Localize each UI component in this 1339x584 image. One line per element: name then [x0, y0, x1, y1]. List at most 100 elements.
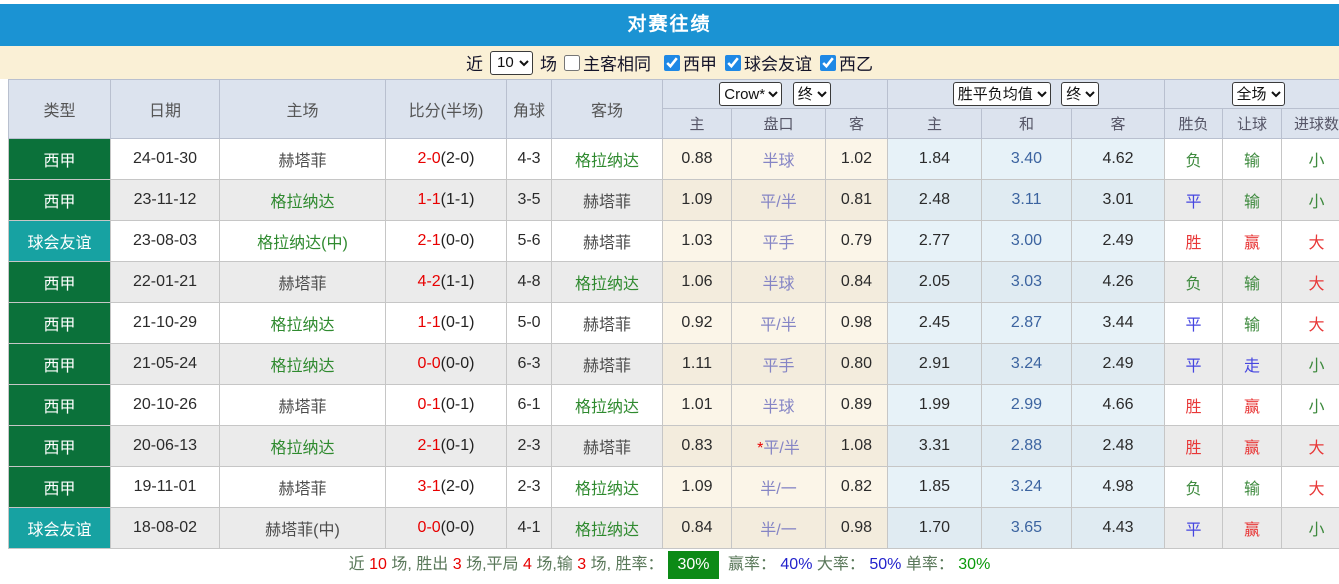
- table-row: 西甲 21-05-24 格拉纳达 0-0(0-0) 6-3 赫塔菲 1.11 平手 0.80 2.…: [8, 343, 1339, 385]
- league-checkbox[interactable]: [820, 54, 836, 71]
- col-header-odds-home: 主: [662, 108, 732, 139]
- mean-home: 2.77: [887, 220, 982, 262]
- away-team: 格拉纳达: [551, 138, 663, 180]
- score: 1-1(1-1): [385, 179, 507, 221]
- home-team: 格拉纳达(中): [219, 220, 386, 262]
- mean-time-select[interactable]: 终: [1061, 82, 1100, 106]
- league-filter-option[interactable]: 西甲: [664, 50, 717, 75]
- table-row: 球会友谊 18-08-02 赫塔菲(中) 0-0(0-0) 4-1 格拉纳达 0.84 半/一…: [8, 507, 1339, 549]
- mean-home: 1.84: [887, 138, 982, 180]
- odds-group-header: Crow* 终: [662, 79, 888, 109]
- fulltime-score: 1-1: [417, 191, 441, 208]
- result-wdl: 负: [1164, 138, 1224, 180]
- handicap-line: 半球: [731, 261, 826, 303]
- type-badge: 西甲: [8, 261, 111, 303]
- result-wdl: 平: [1164, 302, 1224, 344]
- score: 0-1(0-1): [385, 384, 507, 426]
- odds-home: 0.83: [662, 425, 732, 467]
- mean-home: 1.85: [887, 466, 982, 508]
- big-rate: 50%: [869, 556, 902, 573]
- goals-size: 大: [1281, 220, 1339, 262]
- away-team: 格拉纳达: [551, 261, 663, 303]
- type-badge: 西甲: [8, 425, 111, 467]
- fulltime-score: 0-0: [417, 355, 441, 372]
- type-badge: 球会友谊: [8, 220, 111, 262]
- score: 2-0(2-0): [385, 138, 507, 180]
- handicap-line: 平手: [731, 343, 826, 385]
- odds-home: 1.09: [662, 179, 732, 221]
- mean-away: 4.43: [1070, 507, 1166, 549]
- result-wdl: 负: [1164, 466, 1224, 508]
- col-header-handicap-result: 让球: [1222, 108, 1283, 139]
- mean-home: 2.91: [887, 343, 982, 385]
- odds-away: 0.98: [825, 302, 888, 344]
- result-wdl: 胜: [1164, 220, 1224, 262]
- away-team: 格拉纳达: [551, 466, 663, 508]
- corner-score: 6-3: [506, 343, 552, 385]
- league-checkbox[interactable]: [725, 54, 741, 71]
- mean-draw: 3.03: [981, 261, 1072, 303]
- mean-away: 2.48: [1070, 425, 1166, 467]
- handicap-result: 赢: [1222, 384, 1283, 426]
- odds-home: 1.11: [662, 343, 732, 385]
- halftime-score: (1-1): [440, 191, 475, 208]
- handicap-line: *平/半: [731, 425, 826, 467]
- corner-score: 4-1: [506, 507, 552, 549]
- match-scope-select[interactable]: 全场: [1231, 82, 1285, 106]
- corner-score: 6-1: [506, 384, 552, 426]
- odds-away: 0.81: [825, 179, 888, 221]
- same-venue-option[interactable]: 主客相同: [564, 50, 651, 75]
- away-team: 赫塔菲: [551, 220, 663, 262]
- recent-count-select[interactable]: 10: [490, 50, 533, 75]
- result-wdl: 胜: [1164, 384, 1224, 426]
- type-badge: 球会友谊: [8, 507, 111, 549]
- table-row: 西甲 22-01-21 赫塔菲 4-2(1-1) 4-8 格拉纳达 1.06 半球 0.84 2.…: [8, 261, 1339, 303]
- odds-home: 0.88: [662, 138, 732, 180]
- mean-type-select[interactable]: 胜平负均值: [952, 82, 1051, 106]
- handicap-line: 半球: [731, 138, 826, 180]
- mean-away: 3.01: [1070, 179, 1166, 221]
- home-team: 格拉纳达: [219, 343, 386, 385]
- league-label: 球会友谊: [744, 55, 812, 74]
- mean-home: 1.99: [887, 384, 982, 426]
- score: 4-2(1-1): [385, 261, 507, 303]
- same-venue-checkbox[interactable]: [564, 54, 580, 71]
- odds-time-select[interactable]: 终: [792, 82, 831, 106]
- head-to-head-panel: 对赛往绩 近 10 场 主客相同 西甲 球会友谊 西乙 类型 日期 主场 比分(半场…: [0, 0, 1339, 584]
- mean-home: 2.05: [887, 261, 982, 303]
- recent-count: 10: [369, 556, 387, 573]
- table-row: 球会友谊 23-08-03 格拉纳达(中) 2-1(0-0) 5-6 赫塔菲 1.03 平手 0…: [8, 220, 1339, 262]
- result-group-header: 全场: [1164, 79, 1339, 109]
- handicap-result: 赢: [1222, 220, 1283, 262]
- table-row: 西甲 21-10-29 格拉纳达 1-1(0-1) 5-0 赫塔菲 0.92 平/半 0.98 2…: [8, 302, 1339, 344]
- type-badge: 西甲: [8, 179, 111, 221]
- league-checkbox[interactable]: [664, 54, 680, 71]
- bookmaker-select[interactable]: Crow*: [719, 82, 783, 106]
- type-badge: 西甲: [8, 466, 111, 508]
- col-header-away: 客场: [551, 79, 663, 139]
- handicap-result: 赢: [1222, 507, 1283, 549]
- mean-home: 2.45: [887, 302, 982, 344]
- col-header-mean-draw: 和: [981, 108, 1072, 139]
- type-badge: 西甲: [8, 384, 111, 426]
- league-filter-option[interactable]: 西乙: [820, 50, 873, 75]
- odds-away: 1.08: [825, 425, 888, 467]
- fulltime-score: 1-1: [417, 314, 441, 331]
- goals-size: 大: [1281, 302, 1339, 344]
- mean-home: 2.48: [887, 179, 982, 221]
- col-header-date: 日期: [110, 79, 220, 139]
- league-filter-option[interactable]: 球会友谊: [725, 50, 812, 75]
- table-row: 西甲 23-11-12 格拉纳达 1-1(1-1) 3-5 赫塔菲 1.09 平/半 0.81 2…: [8, 179, 1339, 221]
- handicap-result: 输: [1222, 138, 1283, 180]
- odds-away: 0.89: [825, 384, 888, 426]
- col-header-home: 主场: [219, 79, 386, 139]
- mean-draw: 3.24: [981, 343, 1072, 385]
- summary-text: 场,输: [531, 556, 578, 573]
- away-team: 格拉纳达: [551, 507, 663, 549]
- match-date: 18-08-02: [110, 507, 220, 549]
- mean-away: 3.44: [1070, 302, 1166, 344]
- league-label: 西甲: [683, 55, 717, 74]
- mean-away: 4.66: [1070, 384, 1166, 426]
- match-date: 20-06-13: [110, 425, 220, 467]
- goals-size: 大: [1281, 261, 1339, 303]
